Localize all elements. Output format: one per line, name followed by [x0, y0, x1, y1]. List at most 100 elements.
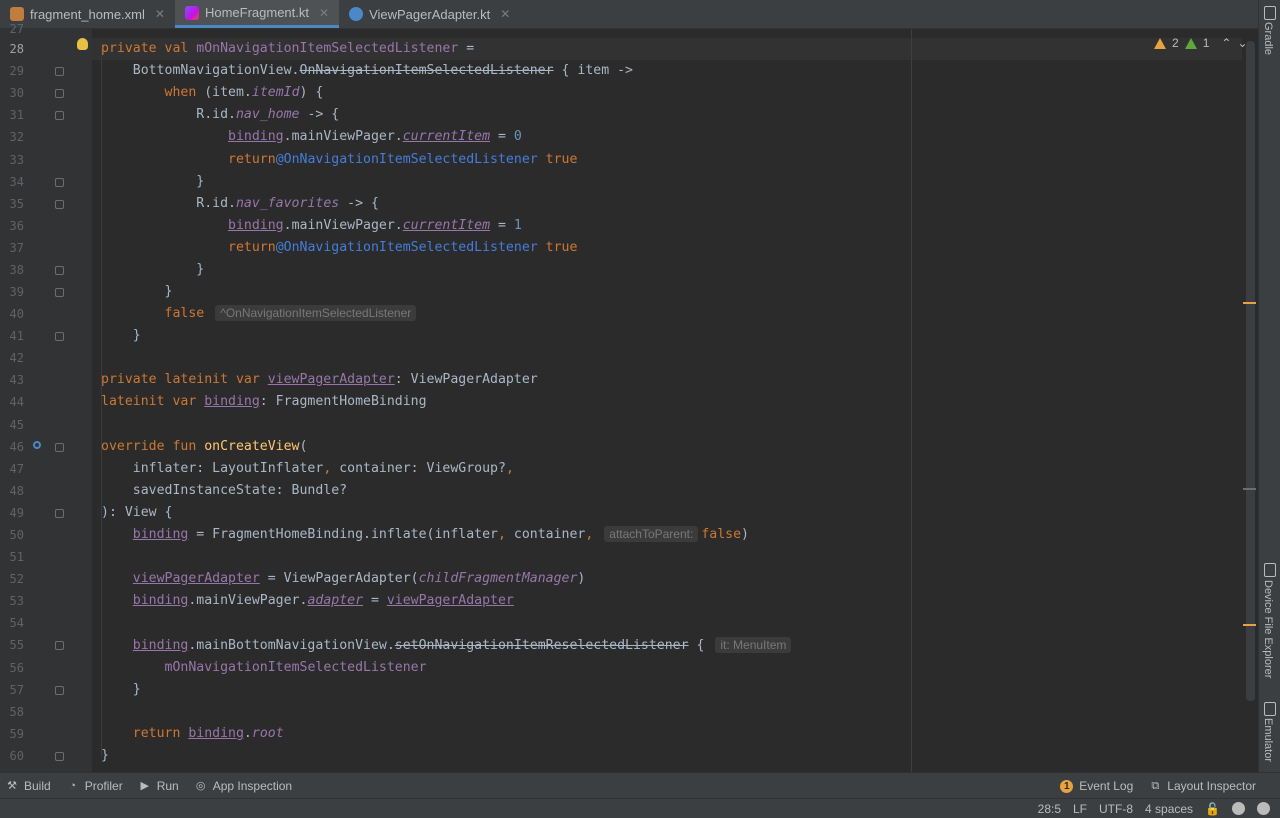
close-icon[interactable]: ✕: [500, 7, 510, 21]
line-number: 33: [9, 153, 24, 167]
inspection-widget[interactable]: 2 1 ⌃ ⌄: [1154, 36, 1248, 50]
tab-label: ViewPagerAdapter.kt: [369, 6, 491, 22]
editor-tab-bar: fragment_home.xml ✕ HomeFragment.kt ✕ Vi…: [0, 0, 1258, 29]
line-separator[interactable]: LF: [1073, 802, 1087, 816]
gradle-tool-button[interactable]: Gradle: [1262, 22, 1274, 55]
code-line-36: binding.mainViewPager.currentItem = 1: [228, 218, 522, 233]
code-line-47: inflater: LayoutInflater, container: Vie…: [101, 461, 514, 476]
app-inspection-tool-button[interactable]: ◎ App Inspection: [189, 779, 302, 793]
warning-count: 2: [1172, 36, 1179, 50]
line-number: 60: [9, 749, 24, 763]
gauge-icon: ◔: [69, 780, 77, 792]
kotlin-file-icon: [184, 5, 199, 20]
caret-position[interactable]: 28:5: [1038, 802, 1061, 816]
code-editor[interactable]: 27 28 29 30 31 32 33 34 35 36 37 38 39 4…: [0, 22, 1258, 772]
profiler-tool-button[interactable]: ◔ Profiler: [61, 779, 133, 793]
fold-marker-icon[interactable]: [55, 686, 64, 695]
marker[interactable]: [1243, 488, 1256, 490]
inspection-icon: ◎: [195, 780, 206, 792]
line-number: 40: [9, 307, 24, 321]
vertical-scrollbar[interactable]: [1246, 41, 1255, 701]
emulator-icon: [1264, 702, 1276, 716]
layout-inspector-tool-button[interactable]: ⧉ Layout Inspector: [1143, 779, 1280, 793]
override-gutter-icon[interactable]: [33, 441, 41, 449]
code-line-31: R.id.nav_home -> {: [101, 107, 340, 122]
code-line-43: private lateinit var viewPagerAdapter: V…: [101, 372, 538, 387]
tab-home-fragment-kt[interactable]: HomeFragment.kt ✕: [174, 0, 340, 28]
xml-file-icon: [10, 7, 24, 21]
code-line-48: savedInstanceState: Bundle?: [101, 483, 348, 498]
line-number: 53: [9, 594, 24, 608]
inspection-profile-icon[interactable]: [1232, 802, 1245, 815]
line-number: 31: [9, 108, 24, 122]
code-line-46: override fun onCreateView(: [101, 439, 308, 454]
run-tool-button[interactable]: ▶ Run: [133, 779, 189, 793]
code-line-38: }: [101, 262, 205, 277]
code-line-33: return@OnNavigationItemSelectedListener …: [228, 152, 578, 167]
line-number: 32: [9, 130, 24, 144]
return-label-hint: ^OnNavigationItemSelectedListener: [215, 305, 417, 321]
close-icon[interactable]: ✕: [319, 6, 329, 20]
fold-marker-icon[interactable]: [55, 89, 64, 98]
fold-marker-icon[interactable]: [55, 178, 64, 187]
line-number: 28: [9, 42, 24, 56]
line-number: 37: [9, 241, 24, 255]
build-tool-button[interactable]: ⚒ Build: [0, 779, 61, 793]
line-number: 38: [9, 263, 24, 277]
fold-marker-icon[interactable]: [55, 67, 64, 76]
fold-marker-icon[interactable]: [55, 288, 64, 297]
line-number: 47: [9, 462, 24, 476]
line-number: 44: [9, 395, 24, 409]
lightbulb-icon[interactable]: [77, 38, 88, 50]
code-line-57: }: [101, 682, 141, 697]
event-log-tool-button[interactable]: 1 Event Log: [1054, 779, 1143, 793]
fold-marker-icon[interactable]: [55, 266, 64, 275]
emulator-tool-button[interactable]: Emulator: [1262, 718, 1274, 762]
event-log-count-badge: 1: [1060, 779, 1074, 793]
fold-marker-icon[interactable]: [55, 443, 64, 452]
close-icon[interactable]: ✕: [155, 7, 165, 21]
code-line-34: }: [101, 174, 205, 189]
line-number: 27: [9, 22, 24, 36]
device-icon: [1264, 563, 1276, 577]
right-margin-guide: [911, 29, 912, 772]
fold-marker-icon[interactable]: [55, 111, 64, 120]
warning-marker[interactable]: [1243, 624, 1256, 626]
gradle-icon: [1264, 6, 1276, 20]
fold-marker-icon[interactable]: [55, 752, 64, 761]
kotlin-class-icon: [349, 7, 364, 21]
line-number: 42: [9, 351, 24, 365]
fold-marker-icon[interactable]: [55, 200, 64, 209]
chevron-up-icon[interactable]: ⌃: [1221, 36, 1231, 50]
line-number: 39: [9, 285, 24, 299]
device-file-explorer-tool-button[interactable]: Device File Explorer: [1262, 580, 1274, 678]
fold-marker-icon[interactable]: [55, 509, 64, 518]
tab-fragment-home-xml[interactable]: fragment_home.xml ✕: [0, 0, 175, 28]
fold-marker-icon[interactable]: [55, 332, 64, 341]
warning-marker[interactable]: [1243, 302, 1256, 304]
tab-view-pager-adapter-kt[interactable]: ViewPagerAdapter.kt ✕: [339, 0, 520, 28]
code-line-59: return binding.root: [132, 726, 284, 741]
tool-window-bar: ⚒ Build ◔ Profiler ▶ Run ◎ App Inspectio…: [0, 772, 1280, 799]
lambda-param-hint: it: MenuItem: [715, 637, 792, 653]
code-line-53: binding.mainViewPager.adapter = viewPage…: [132, 593, 514, 608]
line-number: 45: [9, 418, 24, 432]
app-inspection-label: App Inspection: [212, 779, 293, 793]
code-line-55: binding.mainBottomNavigationView.setOnNa…: [101, 637, 794, 655]
code-line-44: lateinit var binding: FragmentHomeBindin…: [101, 394, 427, 409]
line-number: 51: [9, 550, 24, 564]
play-icon: ▶: [140, 780, 149, 792]
line-number: 41: [9, 329, 24, 343]
line-number: 30: [9, 86, 24, 100]
code-line-30: when (item.itemId) {: [164, 85, 324, 100]
line-number: 43: [9, 373, 24, 387]
line-number: 55: [9, 638, 24, 652]
line-number: 35: [9, 197, 24, 211]
file-encoding[interactable]: UTF-8: [1099, 802, 1133, 816]
feedback-icon[interactable]: [1257, 802, 1270, 815]
status-bar: 28:5 LF UTF-8 4 spaces 🔓: [0, 798, 1280, 818]
line-number: 49: [9, 506, 24, 520]
fold-marker-icon[interactable]: [55, 641, 64, 650]
indent-setting[interactable]: 4 spaces: [1145, 802, 1193, 816]
lock-icon[interactable]: 🔓: [1205, 802, 1220, 816]
